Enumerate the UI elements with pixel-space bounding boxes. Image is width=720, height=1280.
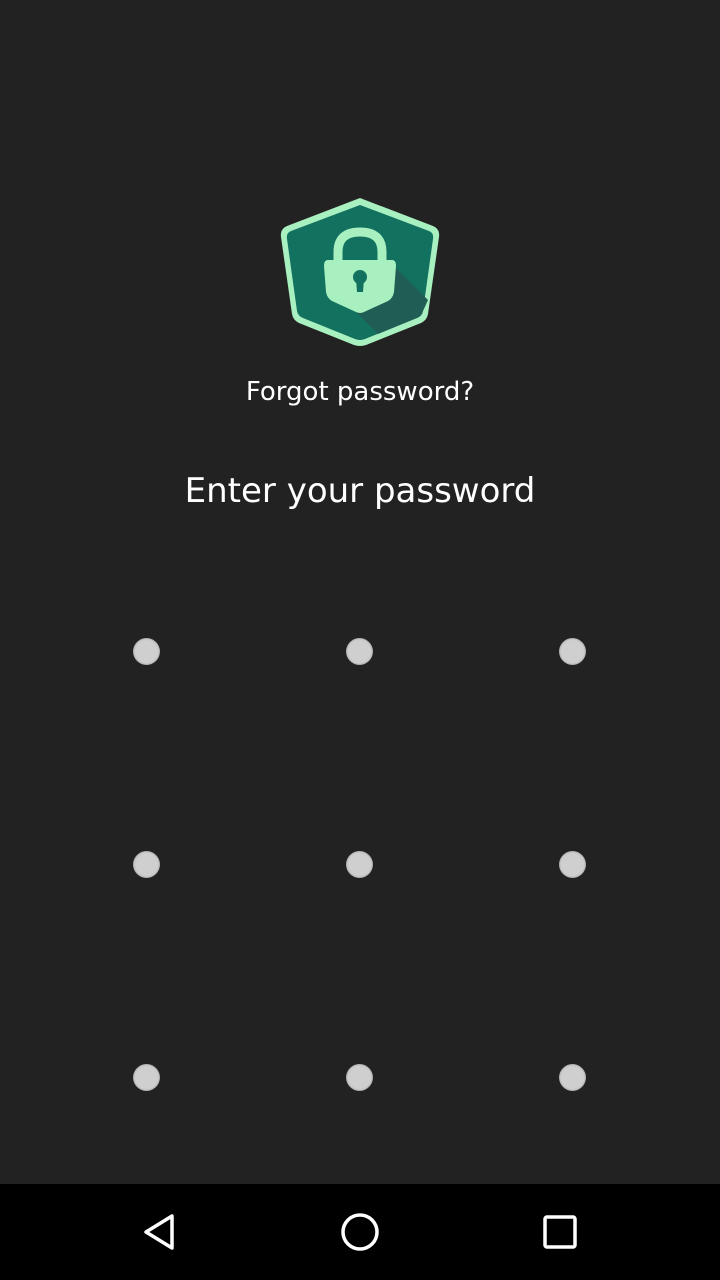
- pattern-dot-6[interactable]: [466, 758, 679, 971]
- pattern-dot-3[interactable]: [466, 545, 679, 758]
- pattern-dot-mark: [346, 638, 373, 665]
- shield-lock-icon: [278, 196, 442, 348]
- pattern-dot-mark: [559, 638, 586, 665]
- pattern-dot-2[interactable]: [253, 545, 466, 758]
- pattern-dot-mark: [559, 851, 586, 878]
- pattern-dot-mark: [133, 851, 160, 878]
- lock-screen: Forgot password? Enter your password: [0, 0, 720, 1280]
- pattern-dot-9[interactable]: [466, 971, 679, 1184]
- pattern-dot-4[interactable]: [40, 758, 253, 971]
- recents-square-icon: [543, 1215, 577, 1249]
- app-area: Forgot password? Enter your password: [0, 0, 720, 1184]
- password-prompt: Enter your password: [184, 471, 536, 511]
- pattern-dot-8[interactable]: [253, 971, 466, 1184]
- recents-button[interactable]: [440, 1184, 680, 1280]
- pattern-dot-7[interactable]: [40, 971, 253, 1184]
- forgot-password-link[interactable]: Forgot password?: [0, 372, 720, 412]
- navigation-bar: [0, 1184, 720, 1280]
- pattern-dot-1[interactable]: [40, 545, 253, 758]
- home-circle-icon: [341, 1213, 379, 1251]
- pattern-dot-mark: [133, 1064, 160, 1091]
- pattern-dot-mark: [346, 851, 373, 878]
- pattern-dot-mark: [346, 1064, 373, 1091]
- pattern-dot-mark: [559, 1064, 586, 1091]
- pattern-dot-5[interactable]: [253, 758, 466, 971]
- pattern-dot-mark: [133, 638, 160, 665]
- pattern-grid[interactable]: [40, 545, 680, 1184]
- back-triangle-icon: [144, 1214, 174, 1250]
